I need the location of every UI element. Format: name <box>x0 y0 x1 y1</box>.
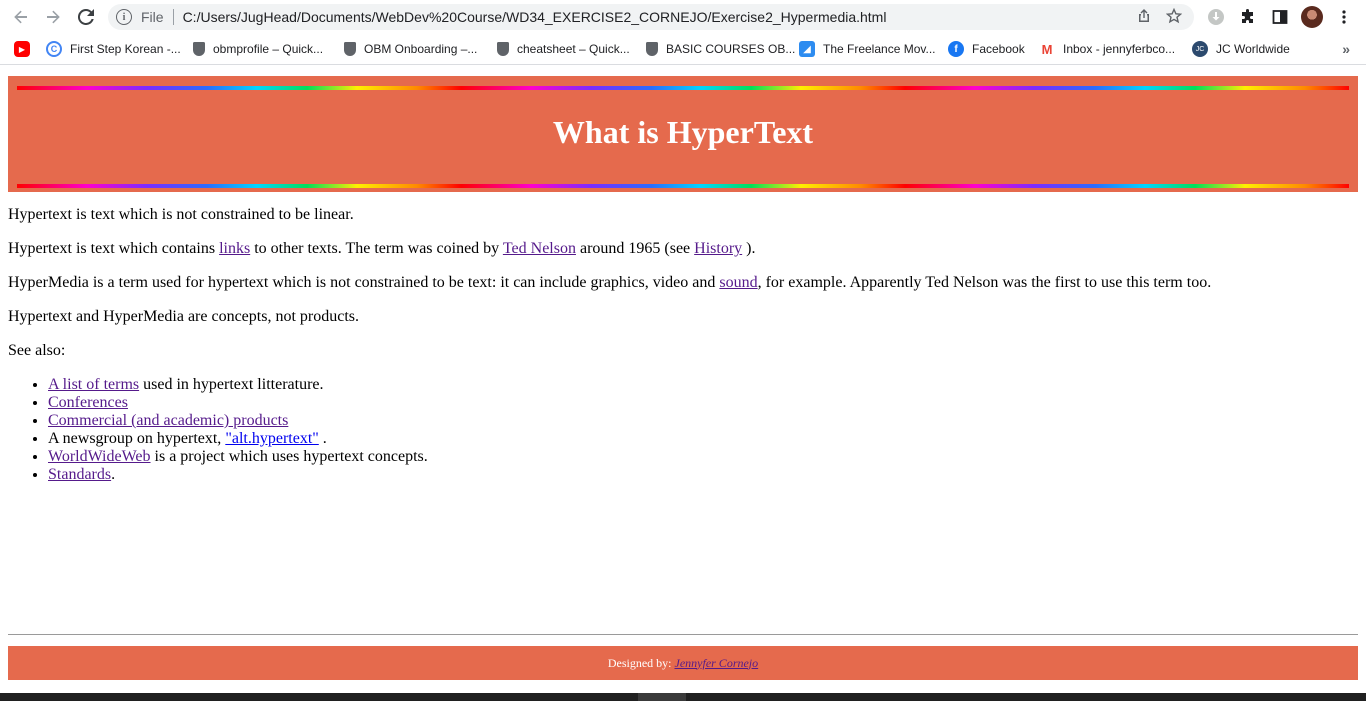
arrow-left-icon <box>14 10 27 24</box>
chevron-double-right-icon[interactable]: » <box>1342 41 1350 57</box>
text: ). <box>742 240 756 257</box>
facebook-icon: f <box>948 41 964 57</box>
standards-link[interactable]: Standards <box>48 466 111 483</box>
forward-button[interactable] <box>41 5 65 29</box>
text: A newsgroup on hypertext, <box>48 430 226 447</box>
shield-icon <box>193 42 205 56</box>
side-panel-icon[interactable] <box>1268 5 1292 29</box>
omnibox-actions <box>1136 8 1182 24</box>
rainbow-divider-top <box>17 86 1349 90</box>
browser-toolbar: i File C:/Users/JugHead/Documents/WebDev… <box>0 0 1366 34</box>
list-item: WorldWideWeb is a project which uses hyp… <box>48 448 1348 466</box>
text: around 1965 (see <box>575 240 695 257</box>
bookmark-label: Facebook <box>972 42 1025 56</box>
reload-button[interactable] <box>74 5 98 29</box>
worldwideweb-link[interactable]: WorldWideWeb <box>48 448 151 465</box>
list-of-terms-link[interactable]: A list of terms <box>48 376 139 393</box>
ted-nelson-link[interactable]: Ted Nelson <box>503 240 576 257</box>
bookmark-label: obmprofile – Quick... <box>213 42 324 56</box>
paragraph-concepts: Hypertext and HyperMedia are concepts, n… <box>8 308 359 325</box>
links-link[interactable]: links <box>219 240 250 257</box>
share-icon[interactable] <box>1136 8 1152 24</box>
rainbow-divider-bottom <box>17 184 1349 188</box>
bookmark-label: Inbox - jennyferbco... <box>1063 42 1176 56</box>
bookmark-label: BASIC COURSES OB... <box>666 42 796 56</box>
designed-by-label: Designed by: <box>607 655 672 670</box>
back-button[interactable] <box>9 5 33 29</box>
url-scheme-label: File <box>141 9 164 25</box>
conferences-link[interactable]: Conferences <box>48 394 128 411</box>
paragraph-hypermedia: HyperMedia is a term used for hypertext … <box>8 274 1348 292</box>
commercial-products-link[interactable]: Commercial (and academic) products <box>48 412 288 429</box>
page-footer: Designed by: Jennyfer Cornejo <box>8 646 1358 680</box>
reload-icon <box>78 9 94 25</box>
bookmark-label: First Step Korean -... <box>70 42 181 56</box>
footer-divider <box>8 634 1358 635</box>
divider <box>172 9 174 25</box>
arrow-right-icon <box>47 10 60 24</box>
text: to other texts. The term was coined by <box>250 240 503 257</box>
extensions-icon[interactable] <box>1236 5 1260 29</box>
shield-icon <box>497 42 509 56</box>
page-title: What is HyperText <box>552 114 814 150</box>
list-item: Conferences <box>48 394 1348 412</box>
bookmark-label: cheatsheet – Quick... <box>517 42 630 56</box>
bookmark-facebook[interactable]: f Facebook <box>948 39 1025 59</box>
bookmarks-bar: ▶ C First Step Korean -... obmprofile – … <box>0 34 1366 65</box>
bookmark-label: JC Worldwide <box>1216 42 1290 56</box>
star-icon[interactable] <box>1166 8 1182 24</box>
taskbar-active-app[interactable] <box>638 693 686 701</box>
jc-icon: JC <box>1192 41 1208 57</box>
menu-kebab-icon[interactable] <box>1332 5 1356 29</box>
text: used in hypertext litterature. <box>139 376 324 393</box>
gmail-icon: M <box>1039 41 1055 57</box>
author-link[interactable]: Jennyfer Cornejo <box>675 656 759 671</box>
bookmark-freelance-movement[interactable]: ◢ The Freelance Mov... <box>799 39 936 59</box>
list-item: Standards. <box>48 466 1348 484</box>
address-bar[interactable]: i File C:/Users/JugHead/Documents/WebDev… <box>108 4 1194 30</box>
bookmark-label: The Freelance Mov... <box>823 42 936 56</box>
paragraph-definition: Hypertext is text which is not constrain… <box>8 206 354 223</box>
text: HyperMedia is a term used for hypertext … <box>8 274 720 291</box>
bookmark-cheatsheet[interactable]: cheatsheet – Quick... <box>497 39 630 59</box>
sound-link[interactable]: sound <box>719 274 757 291</box>
freelance-icon: ◢ <box>799 41 815 57</box>
list-item: Commercial (and academic) products <box>48 412 1348 430</box>
bookmark-obm-onboarding[interactable]: OBM Onboarding –... <box>344 39 477 59</box>
os-taskbar <box>0 693 1366 701</box>
paragraph-see-also: See also: <box>8 342 66 359</box>
web-page: What is HyperText Hypertext is text whic… <box>0 65 1366 693</box>
bookmark-label: OBM Onboarding –... <box>364 42 478 56</box>
text: . <box>111 466 116 483</box>
see-also-list: A list of terms used in hypertext litter… <box>8 376 1348 484</box>
paragraph-links: Hypertext is text which contains links t… <box>8 240 1348 258</box>
text: is a project which uses hypertext concep… <box>150 448 428 465</box>
bookmark-youtube[interactable]: ▶ <box>14 39 38 59</box>
history-link[interactable]: History <box>694 240 742 257</box>
bookmark-basic-courses[interactable]: BASIC COURSES OB... <box>646 39 795 59</box>
page-header: What is HyperText <box>8 76 1358 192</box>
bookmark-first-step-korean[interactable]: C First Step Korean -... <box>46 39 181 59</box>
list-item: A newsgroup on hypertext, "alt.hypertext… <box>48 430 1348 448</box>
profile-avatar[interactable] <box>1301 6 1323 28</box>
alt-hypertext-link[interactable]: "alt.hypertext" <box>225 430 318 447</box>
shield-icon <box>646 42 658 56</box>
youtube-icon: ▶ <box>14 41 30 57</box>
bookmark-gmail-inbox[interactable]: M Inbox - jennyferbco... <box>1039 39 1175 59</box>
download-icon[interactable] <box>1204 5 1228 29</box>
google-icon: C <box>46 41 62 57</box>
text: . <box>318 430 327 447</box>
main-content: Hypertext is text which is not constrain… <box>8 206 1348 484</box>
bookmark-obmprofile[interactable]: obmprofile – Quick... <box>193 39 323 59</box>
info-icon[interactable]: i <box>116 9 132 25</box>
list-item: A list of terms used in hypertext litter… <box>48 376 1348 394</box>
url-text[interactable]: C:/Users/JugHead/Documents/WebDev%20Cour… <box>183 9 887 25</box>
text: , for example. Apparently Ted Nelson was… <box>757 274 1212 291</box>
shield-icon <box>344 42 356 56</box>
bookmark-jc-worldwide[interactable]: JC JC Worldwide <box>1192 39 1290 59</box>
text: Hypertext is text which contains <box>8 240 220 257</box>
